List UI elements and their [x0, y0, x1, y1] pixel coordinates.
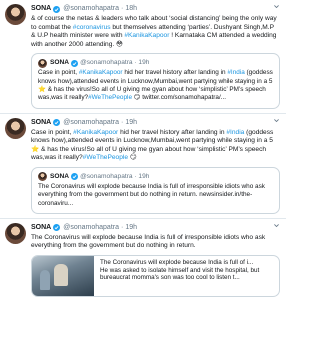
verified-badge-icon [53, 224, 61, 232]
text-segment: Case in point, [38, 69, 79, 77]
link-preview-title: The Coronavirus will explode because Ind… [100, 259, 254, 267]
author-name[interactable]: SONA [31, 3, 51, 15]
hashtag-link[interactable]: #WeThePeople [83, 154, 128, 161]
quoted-tweet-header: SONA @sonamohapatra · 19h [38, 58, 273, 68]
hashtag-link[interactable]: #coronavirus [73, 24, 111, 31]
author-handle[interactable]: @sonamohapatra [63, 222, 119, 234]
avatar[interactable] [5, 4, 26, 25]
tweet-text: Case in point, #KanikaKapoor hid her tra… [31, 129, 280, 163]
link-preview-body: The Coronavirus will explode because Ind… [94, 256, 279, 296]
tweet-header: SONA @sonamohapatra · 18h [31, 3, 280, 15]
quoted-author-handle: @sonamohapatra · 19h [80, 59, 150, 67]
separator-dot: · [121, 118, 124, 126]
hashtag-link[interactable]: #India [227, 69, 244, 76]
link-preview-card[interactable]: The Coronavirus will explode because Ind… [31, 255, 280, 298]
hashtag-link[interactable]: #KanikaKapoor [124, 32, 169, 39]
text-segment: hid her travel history after landing in [118, 128, 227, 136]
tweet-feed: SONA @sonamohapatra · 18h & of course th… [0, 0, 286, 301]
hashtag-link[interactable]: #KanikaKapoor [73, 129, 118, 136]
chevron-down-icon[interactable] [273, 117, 280, 124]
hashtag-link[interactable]: #WeThePeople [88, 94, 132, 101]
avatar[interactable] [5, 117, 26, 139]
tweet[interactable]: SONA @sonamohapatra · 18h & of course th… [0, 0, 286, 113]
quoted-tweet[interactable]: SONA @sonamohapatra · 19h The Coronavirus … [31, 166, 280, 214]
avatar[interactable] [5, 222, 26, 244]
tweet-time[interactable]: 18h [125, 3, 137, 15]
text-segment: The Coronavirus will explode because Ind… [31, 233, 266, 250]
text-segment: Case in point, [31, 128, 74, 136]
quoted-avatar [38, 58, 47, 68]
tweet-time[interactable]: 19h [125, 117, 137, 129]
quoted-tweet-text: The Coronavirus will explode because Ind… [38, 183, 273, 208]
tweet[interactable]: SONA @sonamohapatra · 19h Case in point,… [0, 112, 286, 218]
text-segment: 😏 twitter.com/sonamohapatra/... [132, 94, 227, 102]
quoted-author-handle: @sonamohapatra · 19h [80, 172, 150, 180]
verified-badge-icon [71, 59, 79, 67]
quoted-author-name: SONA [50, 59, 70, 67]
tweet[interactable]: SONA @sonamohapatra · 19h The Coronaviru… [0, 217, 286, 301]
verified-badge-icon [53, 119, 61, 127]
separator-dot: · [121, 223, 124, 231]
author-handle[interactable]: @sonamohapatra [63, 3, 119, 15]
verified-badge-icon [53, 5, 61, 13]
link-preview-description: He was asked to isolate himself and visi… [100, 266, 260, 282]
quoted-avatar [38, 172, 47, 182]
author-name[interactable]: SONA [31, 117, 51, 129]
chevron-down-icon[interactable] [273, 222, 280, 229]
quoted-tweet-text: Case in point, #KanikaKapoor hid her tra… [38, 69, 273, 102]
link-preview-thumbnail [32, 256, 94, 297]
tweet-header: SONA @sonamohapatra · 19h [31, 117, 280, 129]
tweet-time[interactable]: 19h [125, 222, 137, 234]
author-handle[interactable]: @sonamohapatra [63, 117, 119, 129]
text-segment: 😏 [128, 154, 137, 162]
verified-badge-icon [71, 173, 79, 181]
chevron-down-icon[interactable] [273, 3, 280, 10]
hashtag-link[interactable]: #India [226, 129, 244, 136]
quoted-tweet[interactable]: SONA @sonamohapatra · 19h Case in point, #… [31, 53, 280, 109]
text-segment: hid her travel history after landing in [122, 69, 228, 77]
tweet-header: SONA @sonamohapatra · 19h [31, 222, 280, 234]
quoted-author-name: SONA [50, 172, 70, 180]
quoted-tweet-header: SONA @sonamohapatra · 19h [38, 172, 273, 182]
tweet-text: & of course the netas & leaders who talk… [31, 15, 280, 49]
author-name[interactable]: SONA [31, 222, 51, 234]
hashtag-link[interactable]: #KanikaKapoor [79, 69, 123, 76]
tweet-text: The Coronavirus will explode because Ind… [31, 234, 280, 251]
text-segment: The Coronavirus will explode because Ind… [38, 182, 265, 207]
separator-dot: · [121, 5, 124, 12]
